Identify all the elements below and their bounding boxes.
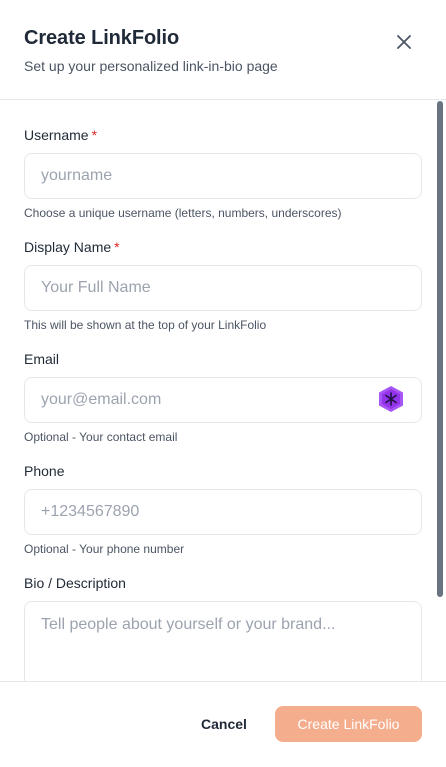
password-manager-icon[interactable] (378, 385, 404, 413)
bio-label: Bio / Description (24, 575, 126, 591)
modal-subtitle: Set up your personalized link-in-bio pag… (24, 58, 278, 74)
create-linkfolio-button[interactable]: Create LinkFolio (275, 706, 422, 742)
phone-hint: Optional - Your phone number (24, 542, 185, 556)
phone-input[interactable] (24, 489, 422, 535)
username-label: Username * (24, 127, 98, 143)
display-name-label: Display Name * (24, 239, 120, 255)
modal-body[interactable]: Username* Choose a unique username (lett… (0, 101, 446, 681)
modal-header: Create LinkFolio Set up your personalize… (0, 0, 446, 100)
cancel-button[interactable]: Cancel (188, 706, 260, 742)
modal-footer: Cancel Create LinkFolio (0, 681, 446, 767)
display-name-input[interactable] (24, 265, 422, 311)
display-name-hint: This will be shown at the top of your Li… (24, 318, 267, 332)
email-label: Email (24, 351, 60, 367)
required-mark: * (91, 127, 98, 143)
required-mark: * (114, 239, 120, 255)
email-input[interactable] (24, 377, 422, 423)
phone-label: Phone (24, 463, 65, 479)
username-input[interactable] (24, 153, 422, 199)
bio-textarea[interactable] (24, 601, 422, 681)
username-hint: Choose a unique username (letters, numbe… (24, 206, 342, 220)
modal-title: Create LinkFolio (24, 27, 180, 49)
scrollbar-thumb[interactable] (437, 101, 443, 597)
scrollbar[interactable] (437, 101, 443, 681)
create-linkfolio-modal: Create LinkFolio Set up your personalize… (0, 0, 446, 767)
close-icon (397, 35, 411, 49)
close-button[interactable] (392, 30, 416, 54)
email-hint: Optional - Your contact email (24, 430, 178, 444)
